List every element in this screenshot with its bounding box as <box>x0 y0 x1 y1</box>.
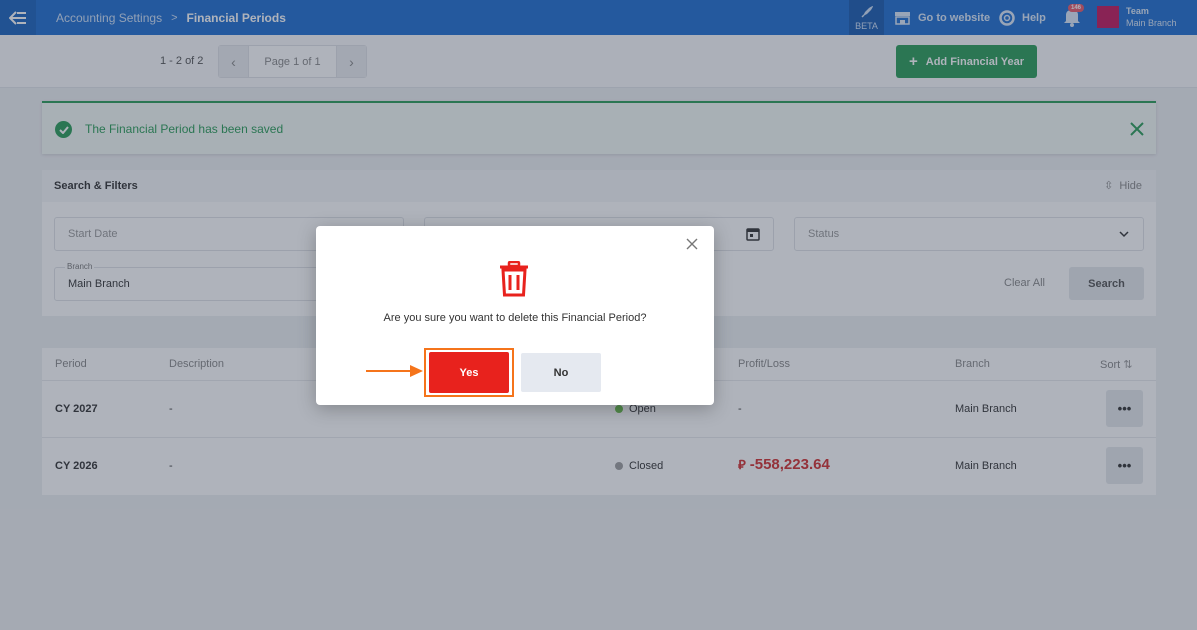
arrow-right-icon <box>366 365 423 377</box>
confirmation-question: Are you sure you want to delete this Fin… <box>383 312 647 324</box>
no-button[interactable]: No <box>521 353 601 392</box>
trash-icon <box>500 261 528 297</box>
delete-confirmation-dialog: Are you sure you want to delete this Fin… <box>316 226 714 405</box>
close-icon[interactable] <box>686 238 698 250</box>
yes-button[interactable]: Yes <box>429 352 509 393</box>
